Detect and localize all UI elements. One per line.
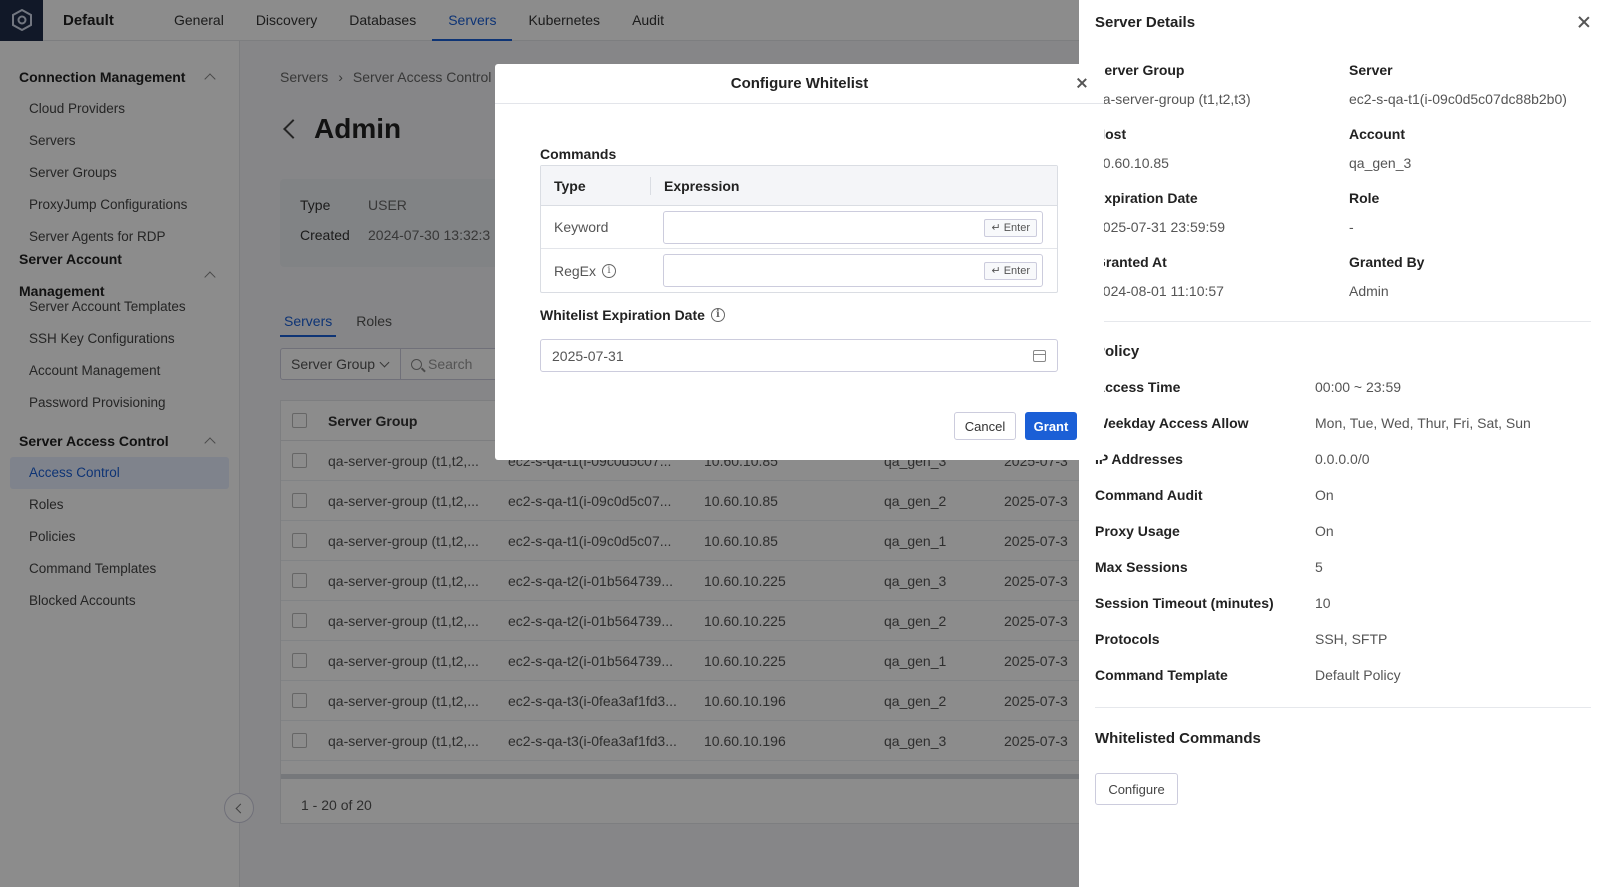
detail-label: Server: [1349, 62, 1393, 78]
detail-value: qa_gen_3: [1349, 155, 1412, 171]
policy-label: Command Template: [1095, 667, 1228, 683]
detail-value: 10.60.10.85: [1095, 155, 1169, 171]
enter-key-hint: ↵ Enter: [984, 218, 1037, 237]
close-icon[interactable]: [1577, 15, 1591, 29]
policy-row: Command Audit On: [1095, 487, 1334, 503]
detail-field: Expiration Date 2025-07-31 23:59:59: [1095, 190, 1225, 235]
modal-header: Configure Whitelist: [495, 64, 1104, 104]
drawer-header: Server Details: [1079, 0, 1607, 44]
detail-label: Granted At: [1095, 254, 1167, 270]
modal-title: Configure Whitelist: [730, 75, 869, 92]
detail-value: qa-server-group (t1,t2,t3): [1095, 91, 1251, 107]
whitelist-title: Whitelisted Commands: [1095, 730, 1261, 747]
divider: [1095, 321, 1591, 322]
policy-value: SSH, SFTP: [1315, 631, 1388, 647]
detail-field: Granted By Admin: [1349, 254, 1424, 299]
detail-field: Server ec2-s-qa-t1(i-09c0d5c07dc88b2b0): [1349, 62, 1567, 107]
grant-button[interactable]: Grant: [1025, 412, 1077, 440]
server-details-drawer: Server Details Server Group qa-server-gro…: [1079, 0, 1607, 887]
policy-value: Default Policy: [1315, 667, 1401, 683]
detail-label: Expiration Date: [1095, 190, 1198, 206]
detail-value: 2024-08-01 11:10:57: [1095, 283, 1224, 299]
detail-field: Server Group qa-server-group (t1,t2,t3): [1095, 62, 1251, 107]
column-expression: Expression: [664, 177, 740, 194]
policy-row: Command Template Default Policy: [1095, 667, 1401, 683]
policy-row: Weekday Access Allow Mon, Tue, Wed, Thur,…: [1095, 415, 1531, 431]
policy-value: 00:00 ~ 23:59: [1315, 379, 1402, 395]
policy-value: On: [1315, 487, 1334, 503]
detail-label: Role: [1349, 190, 1380, 206]
keyword-label: Keyword: [554, 219, 609, 235]
enter-key-hint: ↵ Enter: [984, 262, 1037, 280]
commands-label: Commands: [540, 146, 617, 162]
detail-field: Role -: [1349, 190, 1379, 235]
divider: [1095, 707, 1591, 708]
expiration-date-value: 2025-07-31: [552, 347, 624, 364]
detail-label: Granted By: [1349, 254, 1425, 270]
detail-value: -: [1349, 219, 1354, 235]
detail-label: Account: [1349, 126, 1405, 142]
detail-field: Granted At 2024-08-01 11:10:57: [1095, 254, 1224, 299]
policy-value: On: [1315, 523, 1334, 539]
policy-value: 5: [1315, 559, 1323, 575]
regex-row: RegEx i ↵ Enter: [541, 249, 1057, 292]
expiration-date-input[interactable]: 2025-07-31: [540, 339, 1058, 372]
regex-expression-input[interactable]: ↵ Enter: [663, 254, 1043, 287]
configure-button[interactable]: Configure: [1095, 773, 1178, 805]
policy-row: Access Time 00:00 ~ 23:59: [1095, 379, 1401, 395]
configure-whitelist-modal: Configure Whitelist Commands Type Expres…: [495, 64, 1104, 460]
calendar-icon[interactable]: [1033, 349, 1046, 362]
detail-field: Host 10.60.10.85: [1095, 126, 1169, 171]
close-icon[interactable]: [1076, 77, 1088, 89]
policy-label: Session Timeout (minutes): [1095, 595, 1274, 611]
expiration-label: Whitelist Expiration Date: [540, 307, 705, 323]
commands-table-header: Type Expression: [541, 166, 1057, 206]
keyword-row: Keyword ↵ Enter: [541, 206, 1057, 249]
commands-table: Type Expression Keyword ↵ Enter RegEx i ↵…: [540, 165, 1058, 293]
policy-row: Max Sessions 5: [1095, 559, 1323, 575]
policy-label: Weekday Access Allow: [1095, 415, 1249, 431]
policy-label: Command Audit: [1095, 487, 1203, 503]
detail-label: Server Group: [1095, 62, 1185, 78]
policy-label: Access Time: [1095, 379, 1181, 395]
drawer-title: Server Details: [1095, 13, 1196, 31]
policy-value: 0.0.0.0/0: [1315, 451, 1370, 467]
detail-value: ec2-s-qa-t1(i-09c0d5c07dc88b2b0): [1349, 91, 1567, 107]
info-icon[interactable]: i: [710, 308, 725, 322]
policy-row: Proxy Usage On: [1095, 523, 1334, 539]
policy-label: Protocols: [1095, 631, 1160, 647]
expiration-label-row: Whitelist Expiration Date i: [540, 307, 725, 323]
policy-row: IP Addresses 0.0.0.0/0: [1095, 451, 1370, 467]
cancel-button[interactable]: Cancel: [954, 412, 1016, 440]
policy-value: Mon, Tue, Wed, Thur, Fri, Sat, Sun: [1315, 415, 1531, 431]
detail-label: Host: [1095, 126, 1127, 142]
column-type: Type: [541, 176, 651, 195]
regex-label: RegEx: [554, 262, 597, 279]
detail-value: Admin: [1349, 283, 1389, 299]
row-type: Keyword: [541, 219, 663, 235]
info-icon[interactable]: i: [602, 263, 617, 278]
policy-label: Max Sessions: [1095, 559, 1188, 575]
row-type: RegEx i: [541, 263, 663, 279]
policy-row: Session Timeout (minutes) 10: [1095, 595, 1331, 611]
policy-value: 10: [1315, 595, 1331, 611]
policy-label: IP Addresses: [1095, 451, 1183, 467]
policy-label: Proxy Usage: [1095, 523, 1180, 539]
detail-value: 2025-07-31 23:59:59: [1095, 219, 1225, 235]
policy-row: Protocols SSH, SFTP: [1095, 631, 1387, 647]
detail-field: Account qa_gen_3: [1349, 126, 1411, 171]
keyword-expression-input[interactable]: ↵ Enter: [663, 210, 1043, 244]
